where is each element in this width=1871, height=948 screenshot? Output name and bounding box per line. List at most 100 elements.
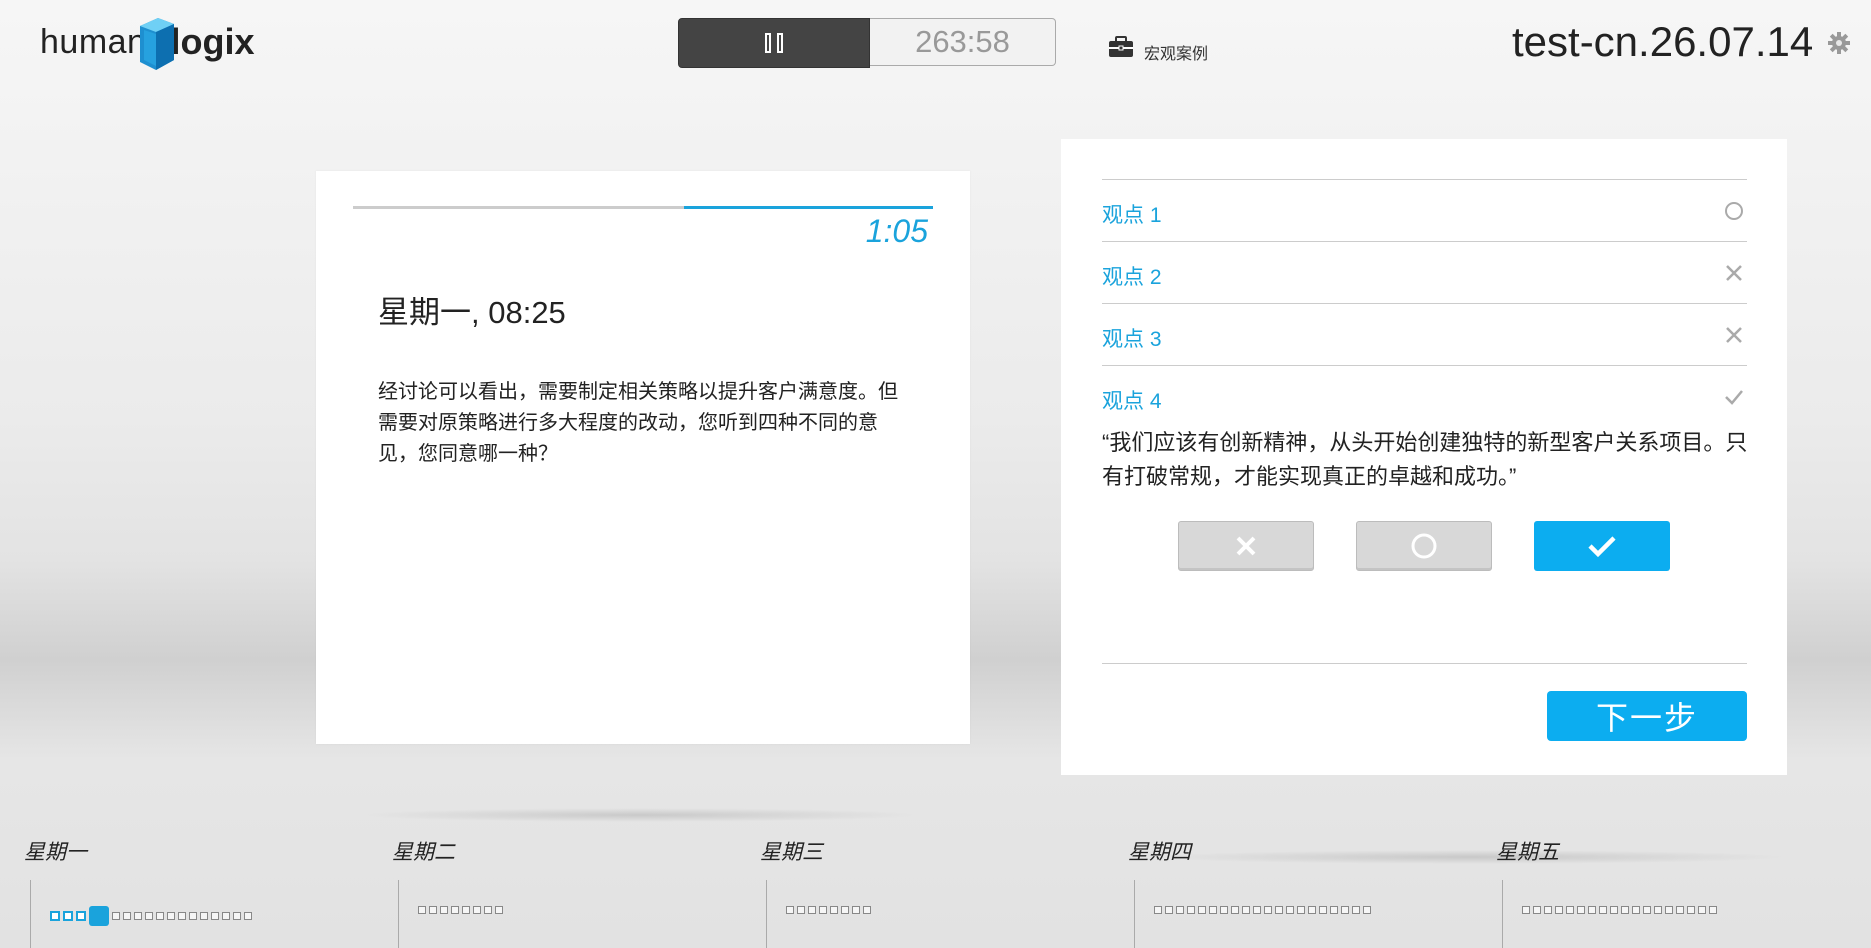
message-marker[interactable] — [1698, 906, 1706, 914]
message-marker[interactable] — [495, 906, 503, 914]
message-marker[interactable] — [1176, 906, 1184, 914]
message-marker[interactable] — [63, 911, 73, 921]
check-icon — [1723, 386, 1745, 408]
logo: human logix — [40, 12, 254, 72]
message-marker[interactable] — [451, 906, 459, 914]
case-link[interactable]: 宏观案例 — [1108, 34, 1208, 64]
day-thursday[interactable]: 星期四 — [1128, 836, 1371, 948]
message-marker[interactable] — [1665, 906, 1673, 914]
day-label: 星期四 — [1128, 841, 1191, 864]
message-marker[interactable] — [1308, 906, 1316, 914]
message-marker[interactable] — [1555, 906, 1563, 914]
message-marker[interactable] — [1632, 906, 1640, 914]
day-label: 星期五 — [1496, 841, 1559, 864]
message-marker[interactable] — [1165, 906, 1173, 914]
message-marker[interactable] — [178, 912, 186, 920]
message-marker[interactable] — [1319, 906, 1327, 914]
message-marker[interactable] — [429, 906, 437, 914]
day-wednesday[interactable]: 星期三 — [760, 836, 871, 948]
message-marker[interactable] — [134, 912, 142, 920]
message-marker[interactable] — [1154, 906, 1162, 914]
message-marker[interactable] — [462, 906, 470, 914]
message-marker[interactable] — [473, 906, 481, 914]
message-marker[interactable] — [1330, 906, 1338, 914]
message-marker[interactable] — [123, 912, 131, 920]
timer-control: 263:58 — [678, 18, 1056, 68]
message-marker[interactable] — [808, 906, 816, 914]
message-marker[interactable] — [1544, 906, 1552, 914]
message-marker[interactable] — [1566, 906, 1574, 914]
message-marker[interactable] — [1588, 906, 1596, 914]
message-marker[interactable] — [233, 912, 241, 920]
message-marker[interactable] — [145, 912, 153, 920]
message-marker[interactable] — [1599, 906, 1607, 914]
message-marker[interactable] — [1297, 906, 1305, 914]
pause-button[interactable] — [678, 18, 870, 68]
message-marker[interactable] — [1352, 906, 1360, 914]
message-marker[interactable] — [841, 906, 849, 914]
message-marker[interactable] — [830, 906, 838, 914]
day-divider — [1502, 880, 1503, 948]
message-marker[interactable] — [1654, 906, 1662, 914]
next-button[interactable]: 下一步 — [1547, 691, 1747, 741]
message-marker[interactable] — [1198, 906, 1206, 914]
reading-progress-fill — [683, 206, 933, 209]
message-marker[interactable] — [1187, 906, 1195, 914]
message-marker[interactable] — [1286, 906, 1294, 914]
message-marker[interactable] — [440, 906, 448, 914]
message-marker[interactable] — [1209, 906, 1217, 914]
message-marker[interactable] — [797, 906, 805, 914]
message-marker[interactable] — [1643, 906, 1651, 914]
gear-icon[interactable] — [1828, 32, 1850, 59]
message-marker[interactable] — [1610, 906, 1618, 914]
message-marker[interactable] — [1577, 906, 1585, 914]
message-marker[interactable] — [1253, 906, 1261, 914]
day-tuesday[interactable]: 星期二 — [392, 836, 503, 948]
reject-button[interactable] — [1178, 521, 1314, 571]
message-marker[interactable] — [211, 912, 219, 920]
message-marker[interactable] — [1533, 906, 1541, 914]
message-marker[interactable] — [156, 912, 164, 920]
message-marker[interactable] — [1709, 906, 1717, 914]
message-marker[interactable] — [819, 906, 827, 914]
option-row-3[interactable]: 观点 3 — [1102, 304, 1747, 366]
message-marker[interactable] — [50, 911, 60, 921]
message-marker[interactable] — [1242, 906, 1250, 914]
message-marker[interactable] — [484, 906, 492, 914]
day-label: 星期一 — [24, 841, 87, 864]
message-marker[interactable] — [1687, 906, 1695, 914]
check-icon — [1588, 536, 1616, 558]
message-marker[interactable] — [244, 912, 252, 920]
message-marker[interactable] — [1676, 906, 1684, 914]
option-row-4[interactable]: 观点 4 — [1102, 366, 1747, 427]
message-marker[interactable] — [786, 906, 794, 914]
message-marker[interactable] — [863, 906, 871, 914]
message-marker[interactable] — [112, 912, 120, 920]
message-marker[interactable] — [1264, 906, 1272, 914]
message-marker[interactable] — [1275, 906, 1283, 914]
message-marker[interactable] — [222, 912, 230, 920]
message-marker[interactable] — [1363, 906, 1371, 914]
message-marker-current[interactable] — [89, 906, 109, 926]
option-row-2[interactable]: 观点 2 — [1102, 242, 1747, 304]
message-marker[interactable] — [1231, 906, 1239, 914]
message-marker[interactable] — [418, 906, 426, 914]
message-marker[interactable] — [1522, 906, 1530, 914]
cross-icon — [1236, 536, 1256, 556]
day-friday[interactable]: 星期五 — [1496, 836, 1717, 948]
message-marker[interactable] — [1341, 906, 1349, 914]
message-marker[interactable] — [167, 912, 175, 920]
day-progress-dots — [1154, 906, 1371, 914]
neutral-button[interactable] — [1356, 521, 1492, 571]
day-progress-dots — [50, 906, 252, 926]
day-monday[interactable]: 星期一 — [24, 836, 252, 948]
message-marker[interactable] — [200, 912, 208, 920]
option-row-1[interactable]: 观点 1 — [1102, 180, 1747, 242]
message-marker[interactable] — [189, 912, 197, 920]
message-marker[interactable] — [1220, 906, 1228, 914]
message-marker[interactable] — [76, 911, 86, 921]
accept-button[interactable] — [1534, 521, 1670, 571]
message-marker[interactable] — [1621, 906, 1629, 914]
message-marker[interactable] — [852, 906, 860, 914]
logo-cube-icon — [134, 16, 176, 70]
